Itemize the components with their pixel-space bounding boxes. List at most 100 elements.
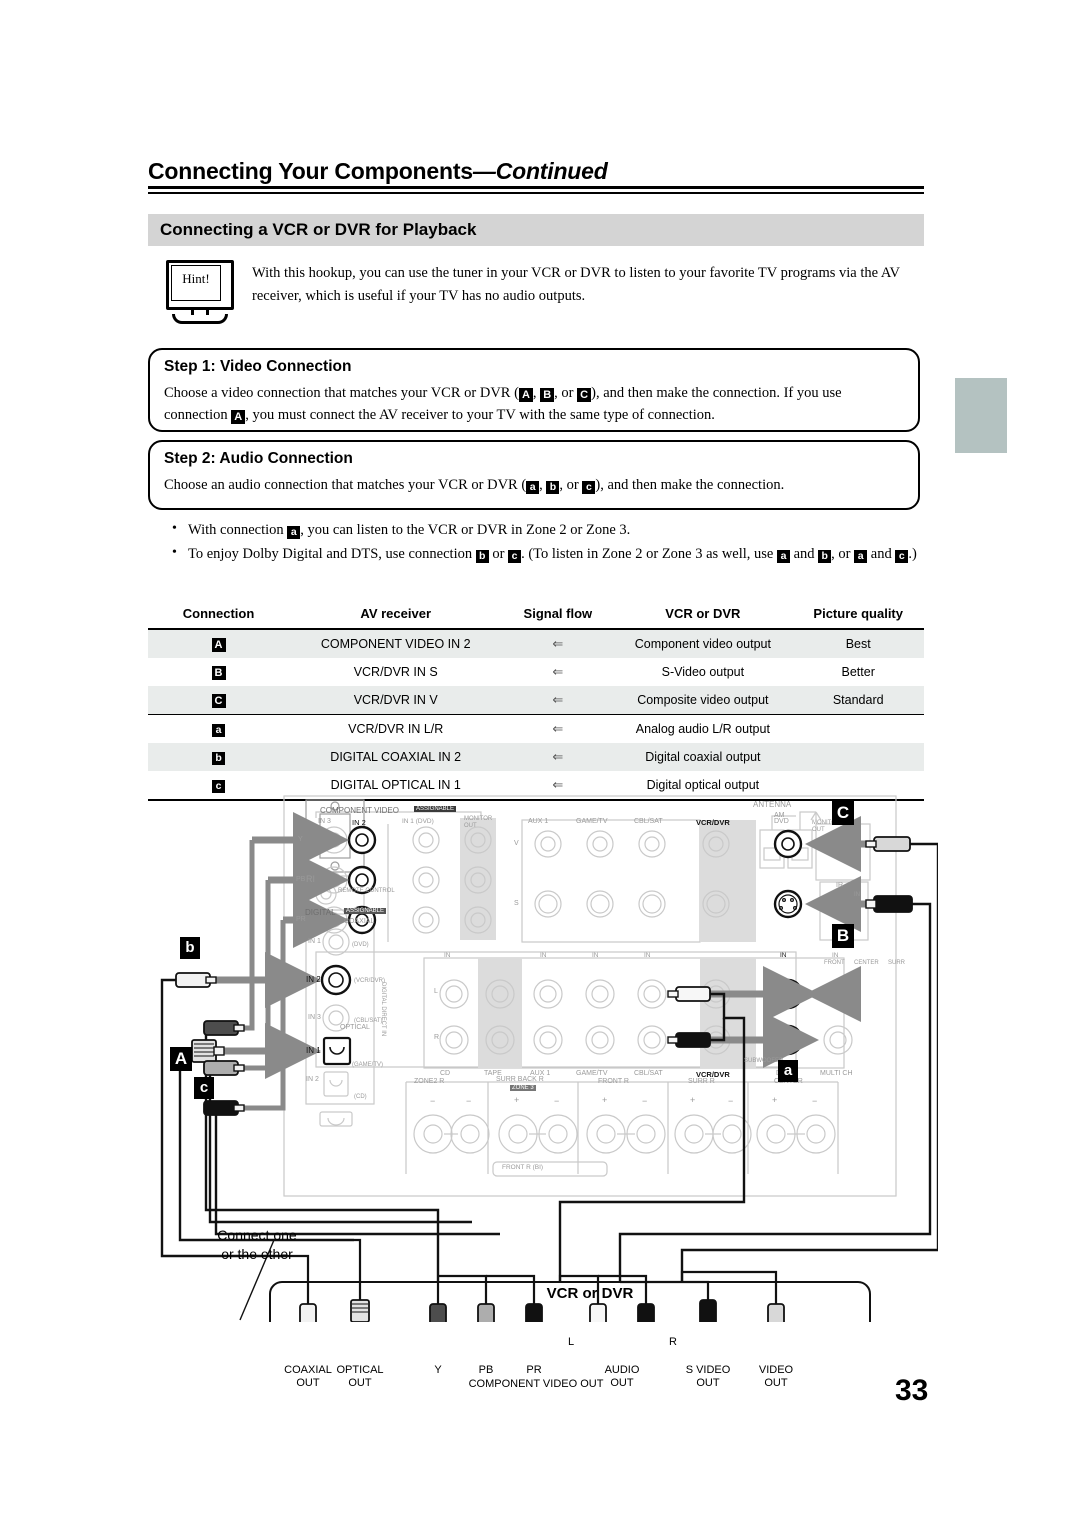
cell-signal: ⇐ <box>502 743 614 771</box>
cell-connection: b <box>148 743 290 771</box>
badge-a-inline: a <box>526 481 540 494</box>
th-picture-quality: Picture quality <box>792 600 924 630</box>
cell-av: VCR/DVR IN V <box>289 686 503 715</box>
label-opt-in1-src: (GAME/TV) <box>352 1062 383 1068</box>
cell-signal: ⇐ <box>502 629 614 658</box>
vcr-device-label: VCR or DVR <box>546 1285 634 1302</box>
label-comp-in3: IN 3 <box>318 818 331 825</box>
section-title-bar: Connecting a VCR or DVR for Playback <box>148 214 924 246</box>
label-comp-pb: PB <box>296 876 306 883</box>
step-1-text-a: Choose a video connection that matches y… <box>164 385 519 401</box>
vcr-label-optical-out: OPTICAL OUT <box>336 1364 384 1389</box>
note2-text-b: or <box>488 546 509 562</box>
th-signal-flow: Signal flow <box>502 600 614 630</box>
label-ir: IR <box>836 882 843 889</box>
label-comp-in2: IN 2 <box>352 818 366 827</box>
vcr-label-pb: PB <box>478 1364 494 1376</box>
cell-av: DIGITAL COAXIAL IN 2 <box>289 743 503 771</box>
label-opt-in2-src: (CD) <box>354 1094 367 1100</box>
label-coax-in3: IN 3 <box>308 1014 321 1021</box>
note2-text-a: To enjoy Dolby Digital and DTS, use conn… <box>188 546 476 562</box>
label-sp-plus-3: + <box>602 1095 608 1105</box>
vcr-label-l: L <box>567 1336 575 1348</box>
label-aux1-in: IN <box>540 952 547 959</box>
cell-av: VCR/DVR IN S <box>353 665 438 679</box>
cell-vcr: S-Video output <box>661 665 745 679</box>
label-ri: RI <box>306 874 315 884</box>
vcr-label-audio-out: AUDIO OUT <box>604 1364 640 1389</box>
badge-a-note1: a <box>287 526 301 539</box>
cell-vcr: Component video output <box>613 629 793 658</box>
label-src-surr: SURR <box>888 960 906 966</box>
label-src-front: FRONT <box>824 960 845 966</box>
label-sp-plus-2: + <box>514 1095 520 1105</box>
badge-B-inline: B <box>540 388 555 402</box>
table-row: C VCR/DVR IN V ⇐ Composite video output … <box>148 686 924 715</box>
cell-picture <box>792 743 924 771</box>
label-src-cd: CD <box>440 1070 451 1077</box>
label-gametv-in: IN <box>592 952 599 959</box>
note2-text-d: and <box>789 546 819 562</box>
badge-B-row: B <box>211 666 226 680</box>
page-number: 33 <box>895 1374 929 1407</box>
vcr-label-s-video-out: S VIDEO OUT <box>685 1364 731 1389</box>
step-2-sep1: , <box>539 477 547 493</box>
step-2-title: Step 2: Audio Connection <box>164 450 353 467</box>
label-sp-frontr: FRONT R <box>598 1078 629 1085</box>
step-1-sep2: , or <box>554 385 578 401</box>
hint-label: Hint! <box>182 271 210 286</box>
badge-A-row: A <box>211 638 226 652</box>
cell-vcr: Analog audio L/R output <box>635 722 770 736</box>
page-title: Connecting Your Components—Continued <box>148 158 924 185</box>
label-coax-in2: IN 2 <box>306 975 321 984</box>
badge-b-note2: b <box>475 550 489 563</box>
label-comp-pr: PR <box>296 916 306 923</box>
label-cd-in: IN <box>444 952 451 959</box>
label-sp-minus-1b: − <box>466 1096 472 1106</box>
cell-signal: ⇐ <box>552 664 564 679</box>
badge-c2-note2: c <box>895 550 909 563</box>
label-cblsat-in: IN <box>644 952 651 959</box>
step-1-body: Choose a video connection that matches y… <box>164 382 906 426</box>
step-2-text-b: ), and then make the connection. <box>595 477 785 493</box>
label-sp-surrbackr: SURR BACK R <box>496 1076 544 1083</box>
table-header-row: Connection AV receiver Signal flow VCR o… <box>148 600 924 630</box>
step-2-text-a: Choose an audio connection that matches … <box>164 477 527 493</box>
note-item-1: With connection a, you can listen to the… <box>170 517 924 542</box>
label-src-cblsat-bot: CBL/SAT <box>634 1070 663 1077</box>
label-sp-surrr: SURR R <box>688 1078 715 1085</box>
step-1-sep1: , <box>532 385 541 401</box>
badge-c-note2: c <box>508 550 522 563</box>
label-coaxial: COAXIAL <box>344 918 375 925</box>
cell-picture: Better <box>841 665 875 679</box>
label-sp-plus-4: + <box>690 1095 696 1105</box>
step-2-sep2: , or <box>559 477 583 493</box>
connection-table: Connection AV receiver Signal flow VCR o… <box>148 600 924 801</box>
note2-text-c: . (To listen in Zone 2 or Zone 3 as well… <box>521 546 777 562</box>
label-sp-minus-5: − <box>812 1096 818 1106</box>
label-antenna: ANTENNA <box>753 800 792 809</box>
table-row: A COMPONENT VIDEO IN 2 ⇐ Component video… <box>148 629 924 658</box>
label-digital-assignable: ASSIGNABLE <box>344 908 387 914</box>
label-row-v: V <box>514 840 519 847</box>
cell-connection: B <box>148 658 289 686</box>
diagram-badge-a: a <box>778 1060 798 1082</box>
manual-page: Connecting Your Components—Continued Con… <box>0 0 1080 1528</box>
badge-C-inline: C <box>577 388 592 402</box>
diagram-badge-C: C <box>832 801 854 825</box>
badge-A-inline-2: A <box>231 410 246 424</box>
header-rule-thick <box>148 186 924 189</box>
label-opt-in2: IN 2 <box>306 1076 319 1083</box>
label-src-gametv-bot: GAME/TV <box>576 1070 608 1077</box>
label-comp-y: Y <box>298 836 303 843</box>
diagram-badge-B: B <box>832 924 854 948</box>
label-src-center: CENTER <box>854 960 879 966</box>
diagram-badge-c: c <box>194 1077 214 1099</box>
label-src-dvd-top: DVD <box>774 818 789 825</box>
badge-C-row: C <box>211 694 226 708</box>
margin-section-tab <box>955 378 1007 453</box>
label-sp-surrback-note: ZONE 3 <box>510 1085 536 1091</box>
cell-picture: Standard <box>792 686 924 715</box>
badge-A-inline: A <box>518 388 533 402</box>
cell-connection: a <box>148 715 289 744</box>
